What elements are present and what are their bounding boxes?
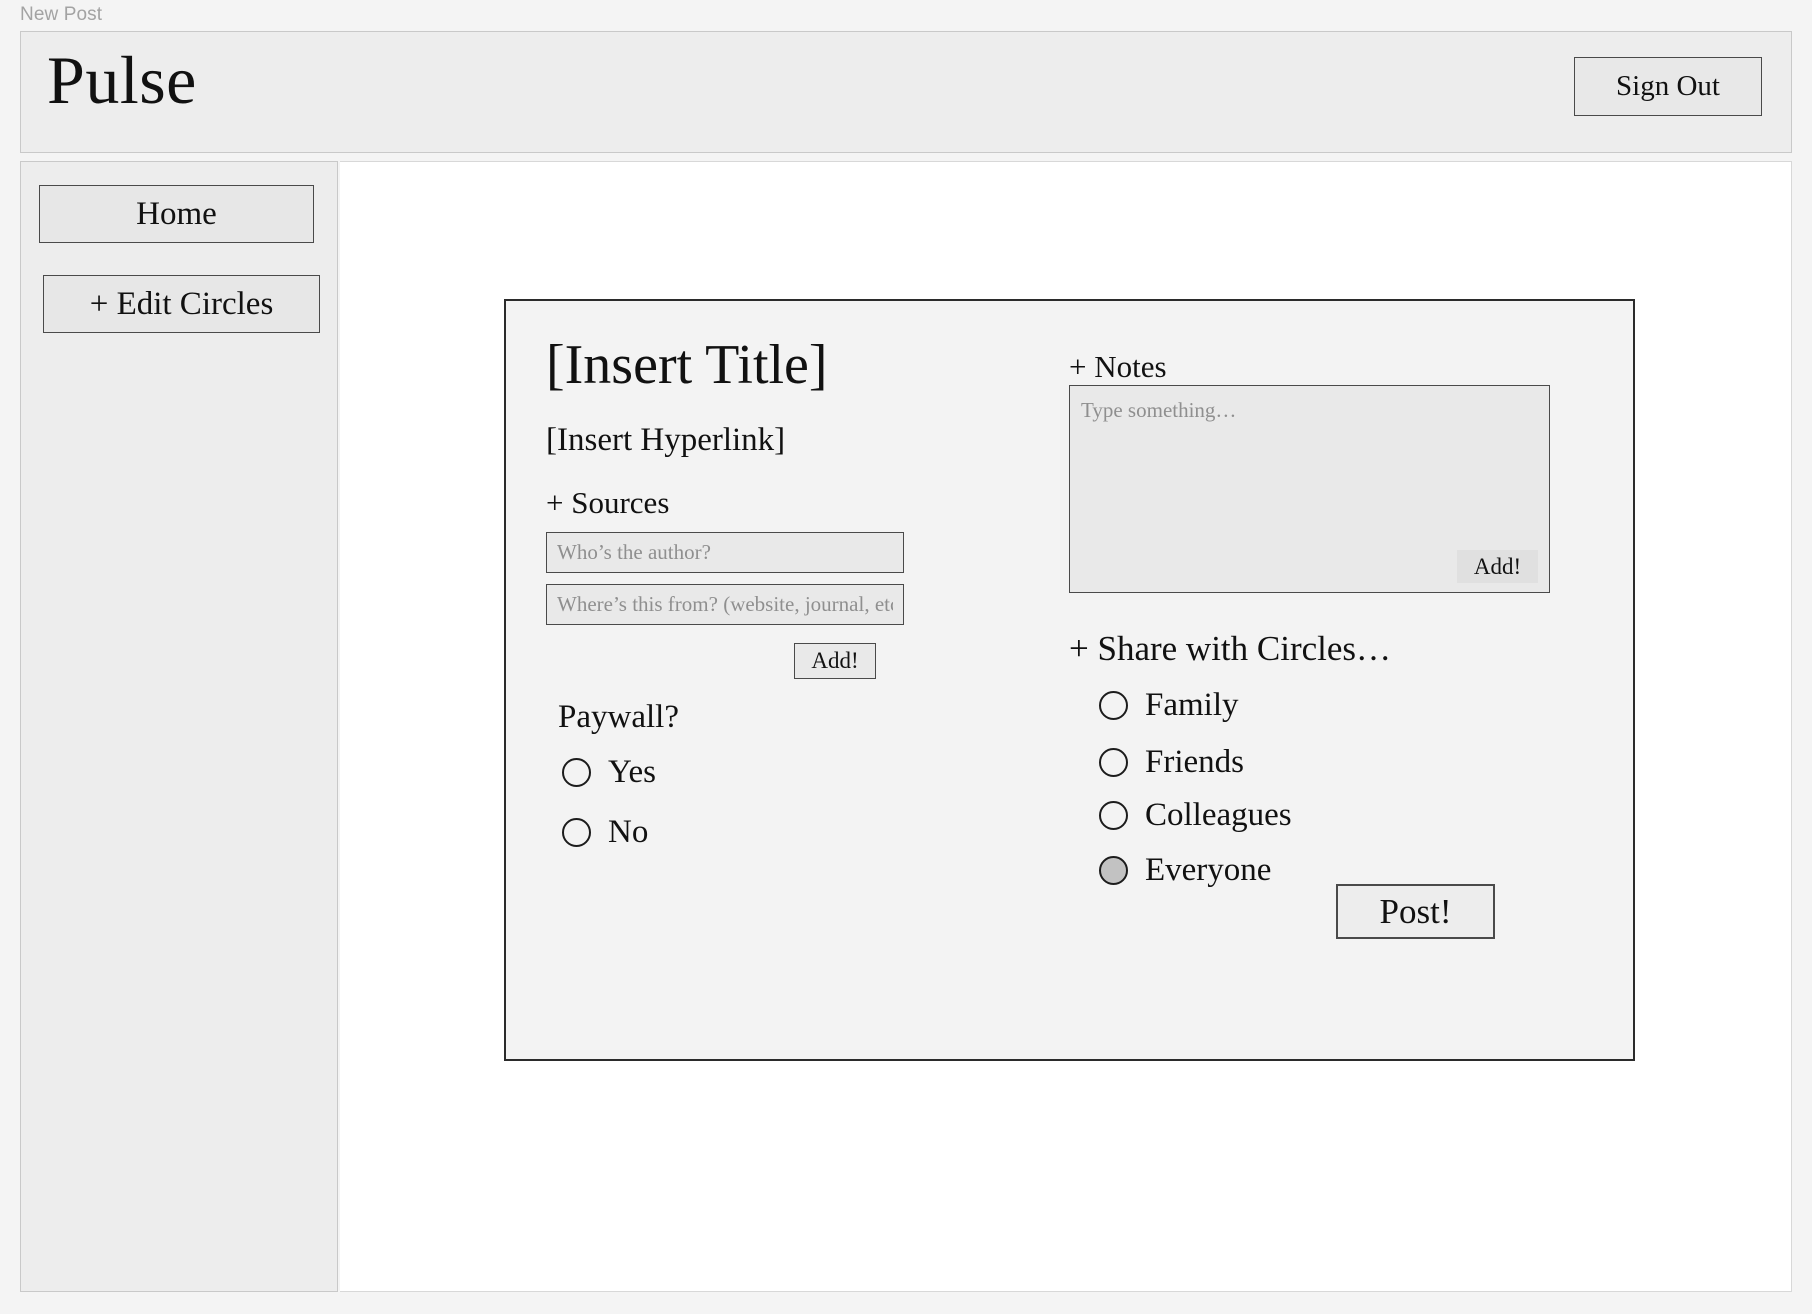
new-post-card: [Insert Title] [Insert Hyperlink] + Sour…: [504, 299, 1635, 1061]
circle-option-family-label: Family: [1145, 687, 1239, 723]
post-button[interactable]: Post!: [1336, 884, 1495, 939]
source-input[interactable]: [546, 584, 904, 625]
post-hyperlink-placeholder[interactable]: [Insert Hyperlink]: [546, 424, 785, 457]
app-header: Pulse Sign Out: [20, 31, 1792, 153]
radio-circle-icon[interactable]: [1099, 691, 1128, 720]
radio-circle-icon[interactable]: [1099, 801, 1128, 830]
circle-option-friends-label: Friends: [1145, 744, 1244, 780]
circle-option-everyone[interactable]: Everyone: [1099, 854, 1271, 887]
share-circles-heading[interactable]: + Share with Circles…: [1069, 631, 1391, 666]
radio-circle-icon[interactable]: [562, 758, 591, 787]
notes-heading[interactable]: + Notes: [1069, 351, 1167, 382]
main-content: [Insert Title] [Insert Hyperlink] + Sour…: [340, 161, 1792, 1292]
app-logo-title: Pulse: [47, 42, 197, 118]
circle-option-colleagues[interactable]: Colleagues: [1099, 799, 1292, 832]
circle-option-everyone-label: Everyone: [1145, 852, 1272, 888]
paywall-option-yes-label: Yes: [608, 754, 657, 790]
paywall-option-no-label: No: [608, 814, 649, 850]
composer-left-column: [Insert Title] [Insert Hyperlink] + Sour…: [506, 301, 1046, 1059]
sidebar-item-home[interactable]: Home: [39, 185, 314, 243]
circle-option-colleagues-label: Colleagues: [1145, 797, 1292, 833]
circle-option-friends[interactable]: Friends: [1099, 746, 1244, 779]
sources-heading[interactable]: + Sources: [546, 487, 669, 518]
sign-out-button[interactable]: Sign Out: [1574, 57, 1762, 116]
window-title-label: New Post: [20, 4, 103, 25]
composer-right-column: + Notes Type something… Add! + Share wit…: [1046, 301, 1633, 1059]
sidebar: Home + Edit Circles: [20, 161, 338, 1292]
post-title-placeholder[interactable]: [Insert Title]: [546, 337, 828, 393]
radio-circle-icon[interactable]: [562, 818, 591, 847]
paywall-option-yes[interactable]: Yes: [562, 756, 656, 789]
add-source-button[interactable]: Add!: [794, 643, 876, 679]
notes-placeholder-text: Type something…: [1081, 398, 1237, 422]
author-input[interactable]: [546, 532, 904, 573]
radio-circle-icon[interactable]: [1099, 748, 1128, 777]
circle-option-family[interactable]: Family: [1099, 689, 1239, 722]
sidebar-item-edit-circles[interactable]: + Edit Circles: [43, 275, 320, 333]
add-note-button[interactable]: Add!: [1457, 550, 1538, 583]
paywall-option-no[interactable]: No: [562, 816, 648, 849]
paywall-heading: Paywall?: [558, 699, 679, 735]
radio-circle-icon[interactable]: [1099, 856, 1128, 885]
notes-textarea[interactable]: Type something… Add!: [1069, 385, 1550, 593]
app-root: New Post Pulse Sign Out Home + Edit Circ…: [0, 0, 1812, 1314]
